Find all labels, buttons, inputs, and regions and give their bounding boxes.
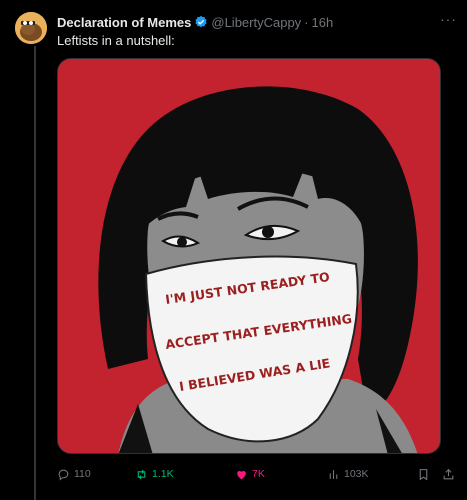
views-button[interactable]: 103K — [327, 468, 369, 481]
tweet-header: Declaration of Memes @LibertyCappy · 16h — [57, 13, 457, 31]
verified-badge-icon — [195, 15, 207, 28]
like-button[interactable]: 7K — [235, 468, 265, 481]
view-count: 103K — [344, 468, 369, 480]
thread-line — [34, 46, 36, 500]
avatar[interactable] — [15, 12, 47, 44]
capybara-avatar-icon — [15, 12, 47, 44]
retweet-count: 1.1K — [152, 468, 174, 480]
masked-woman-illustration: I'M JUST NOT READY TO ACCEPT THAT EVERYT… — [58, 59, 440, 453]
bookmark-icon — [419, 468, 428, 480]
reply-button[interactable]: 110 — [57, 468, 91, 481]
reply-icon — [58, 469, 69, 480]
retweet-icon — [137, 469, 146, 479]
author-display-name[interactable]: Declaration of Memes — [57, 15, 191, 30]
like-count: 7K — [252, 468, 265, 480]
tweet-image[interactable]: I'M JUST NOT READY TO ACCEPT THAT EVERYT… — [57, 58, 441, 454]
author-handle[interactable]: @LibertyCappy — [211, 15, 301, 30]
bookmark-button[interactable] — [417, 468, 430, 481]
tweet-timestamp[interactable]: 16h — [312, 15, 334, 30]
header-separator: · — [304, 14, 309, 30]
share-button[interactable] — [442, 468, 455, 481]
share-icon — [443, 468, 454, 479]
retweet-button[interactable]: 1.1K — [135, 468, 174, 481]
heart-icon — [237, 470, 246, 479]
tweet-actions: 110 1.1K 7K 103K — [57, 465, 457, 483]
reply-count: 110 — [74, 468, 91, 480]
views-icon — [329, 469, 338, 479]
more-options-icon[interactable]: ··· — [440, 11, 457, 27]
tweet-text: Leftists in a nutshell: — [57, 33, 175, 48]
